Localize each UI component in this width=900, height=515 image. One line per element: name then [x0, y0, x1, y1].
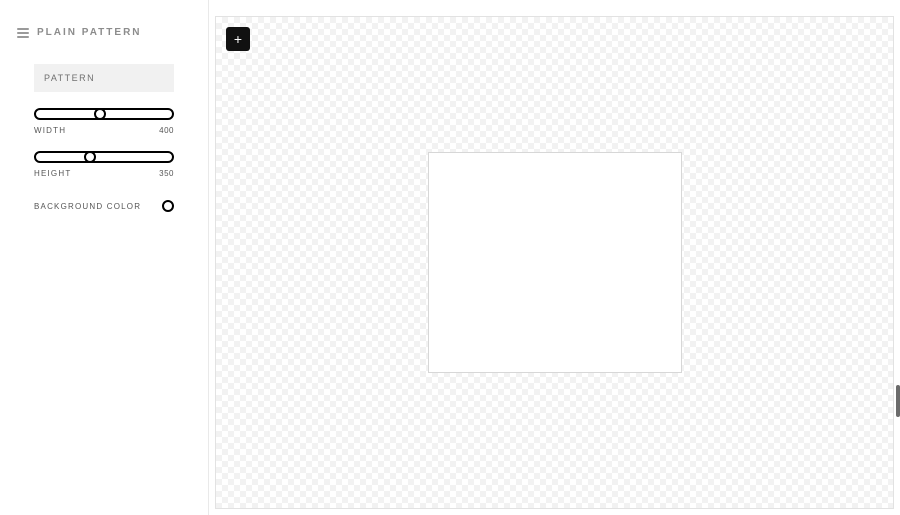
width-label: WIDTH	[34, 126, 66, 135]
plus-icon: +	[234, 32, 242, 46]
menu-icon[interactable]	[17, 28, 29, 38]
background-color-label: BACKGROUND COLOR	[34, 202, 141, 211]
height-slider-thumb[interactable]	[84, 151, 96, 163]
brand: PLAIN PATTERN	[17, 27, 191, 38]
height-control: HEIGHT 350	[34, 151, 174, 178]
width-value: 400	[159, 126, 174, 135]
height-label: HEIGHT	[34, 169, 71, 178]
width-control: WIDTH 400	[34, 108, 174, 135]
height-value: 350	[159, 169, 174, 178]
width-slider[interactable]	[34, 108, 174, 120]
canvas[interactable]: +	[215, 16, 894, 509]
background-color-swatch[interactable]	[162, 200, 174, 212]
sidebar: PLAIN PATTERN PATTERN WIDTH 400 HEIGHT 3…	[0, 0, 208, 515]
section-header-pattern: PATTERN	[34, 64, 174, 92]
artboard[interactable]	[428, 152, 682, 373]
canvas-wrapper: +	[209, 0, 900, 515]
brand-title: PLAIN PATTERN	[37, 27, 142, 38]
height-slider[interactable]	[34, 151, 174, 163]
width-slider-thumb[interactable]	[94, 108, 106, 120]
add-element-button[interactable]: +	[226, 27, 250, 51]
scrollbar-vertical[interactable]	[896, 385, 900, 417]
background-color-control: BACKGROUND COLOR	[34, 200, 174, 212]
app-root: PLAIN PATTERN PATTERN WIDTH 400 HEIGHT 3…	[0, 0, 900, 515]
